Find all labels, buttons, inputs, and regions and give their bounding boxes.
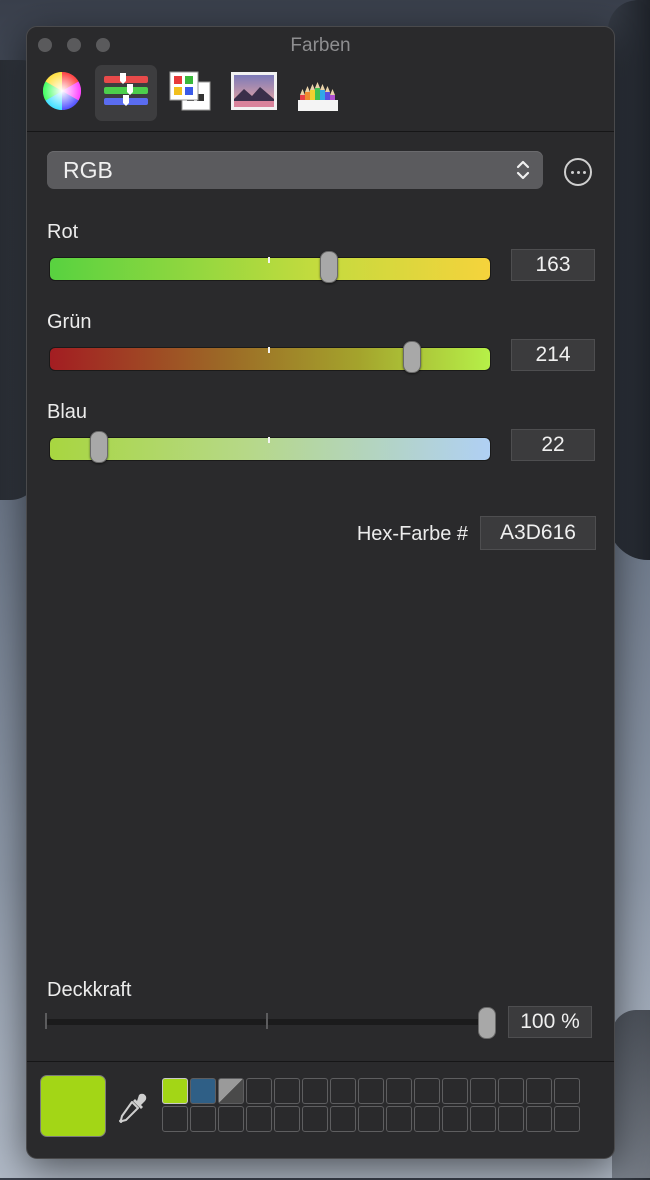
swatch-cell[interactable]: [302, 1078, 328, 1104]
swatch-cell[interactable]: [470, 1106, 496, 1132]
swatch-cell[interactable]: [498, 1106, 524, 1132]
swatch-cell[interactable]: [414, 1106, 440, 1132]
swatch-cell[interactable]: [414, 1078, 440, 1104]
pencils-icon: [297, 70, 339, 117]
green-value-field[interactable]: 214: [511, 339, 595, 371]
swatch-cell[interactable]: [246, 1078, 272, 1104]
swatch-cell[interactable]: [526, 1106, 552, 1132]
opacity-tick-start: [45, 1013, 47, 1029]
red-value-field[interactable]: 163: [511, 249, 595, 281]
palettes-icon: [168, 70, 212, 117]
color-swatch-bar: [27, 1061, 614, 1158]
green-slider-knob[interactable]: [403, 341, 422, 373]
tab-color-sliders[interactable]: [95, 65, 157, 121]
swatch-cell[interactable]: [218, 1106, 244, 1132]
swatch-cell[interactable]: [386, 1078, 412, 1104]
swatch-cell[interactable]: [554, 1106, 580, 1132]
chevron-updown-icon: [515, 158, 531, 187]
red-slider-knob[interactable]: [319, 251, 338, 283]
image-palette-icon: [230, 71, 278, 116]
swatch-grid: [162, 1078, 580, 1132]
color-wheel-icon: [42, 71, 82, 116]
color-model-popup[interactable]: RGB: [47, 151, 543, 189]
swatch-cell[interactable]: [358, 1078, 384, 1104]
hex-label: Hex-Farbe #: [356, 523, 468, 545]
swatch-cell[interactable]: [554, 1078, 580, 1104]
swatch-cell[interactable]: [218, 1078, 244, 1104]
swatch-cell[interactable]: [358, 1106, 384, 1132]
swatch-cell[interactable]: [246, 1106, 272, 1132]
swatch-cell[interactable]: [274, 1078, 300, 1104]
swatch-cell[interactable]: [274, 1106, 300, 1132]
blue-value-field[interactable]: 22: [511, 429, 595, 461]
swatch-cell[interactable]: [330, 1078, 356, 1104]
swatch-cell[interactable]: [190, 1106, 216, 1132]
blue-label: Blau: [47, 401, 88, 423]
eyedropper-icon[interactable]: [117, 1092, 149, 1131]
swatch-cell[interactable]: [162, 1106, 188, 1132]
tab-color-wheel[interactable]: [31, 65, 93, 121]
color-model-selected: RGB: [63, 157, 113, 183]
swatch-cell[interactable]: [190, 1078, 216, 1104]
blue-slider[interactable]: [49, 431, 491, 463]
red-label: Rot: [47, 221, 79, 243]
opacity-slider-knob[interactable]: [478, 1007, 496, 1039]
slider-center-tick: [268, 257, 270, 263]
blue-slider-knob[interactable]: [89, 431, 108, 463]
tab-pencils[interactable]: [287, 65, 349, 121]
slider-center-tick: [268, 347, 270, 353]
swatch-cell[interactable]: [302, 1106, 328, 1132]
opacity-label: Deckkraft: [47, 979, 132, 1001]
swatch-cell[interactable]: [498, 1078, 524, 1104]
opacity-tick-middle: [266, 1013, 268, 1029]
green-label: Grün: [47, 311, 92, 333]
swatch-cell[interactable]: [162, 1078, 188, 1104]
sliders-icon: [103, 72, 149, 115]
swatch-cell[interactable]: [330, 1106, 356, 1132]
swatch-cell[interactable]: [470, 1078, 496, 1104]
green-slider[interactable]: [49, 341, 491, 373]
swatch-cell[interactable]: [442, 1106, 468, 1132]
opacity-value-field[interactable]: 100 %: [508, 1006, 592, 1038]
current-color-well[interactable]: [40, 1075, 106, 1137]
title-bar[interactable]: Farben: [27, 27, 614, 63]
opacity-slider[interactable]: [45, 1007, 496, 1039]
swatch-cell[interactable]: [386, 1106, 412, 1132]
toolbar: [27, 63, 614, 132]
hex-value-field[interactable]: A3D616: [480, 516, 596, 550]
red-slider[interactable]: [49, 251, 491, 283]
tab-color-palettes[interactable]: [159, 65, 221, 121]
slider-center-tick: [268, 437, 270, 443]
swatch-cell[interactable]: [526, 1078, 552, 1104]
swatch-cell[interactable]: [442, 1078, 468, 1104]
colors-panel-window: Farben RGB Rot 163 Grün 214 Blau 22 Hex-…: [26, 26, 615, 1159]
more-options-icon[interactable]: [564, 158, 592, 186]
tab-image-palettes[interactable]: [223, 65, 285, 121]
window-title: Farben: [290, 35, 351, 56]
